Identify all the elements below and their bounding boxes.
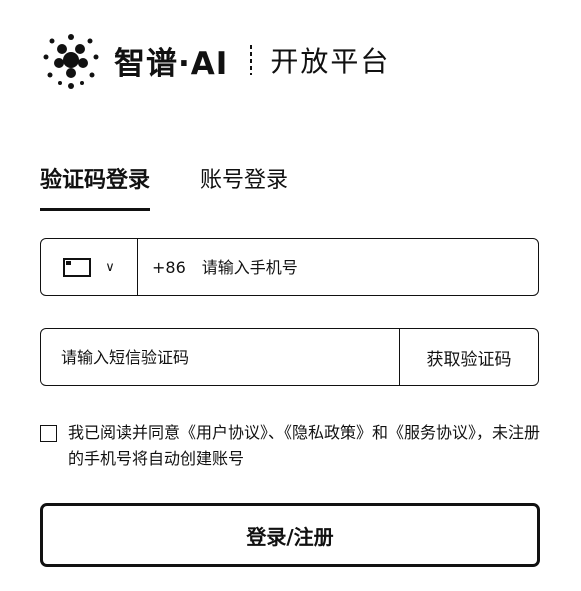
agree-checkbox[interactable] <box>40 425 57 442</box>
country-code-select[interactable]: ∨ <box>41 239 138 295</box>
flag-icon <box>63 257 92 277</box>
brand-subtitle: 开放平台 <box>270 45 391 78</box>
brand-logo: 智谱·AI 开放平台 <box>40 30 390 90</box>
agreement-text: 我已阅读并同意《用户协议》、《隐私政策》和《服务协议》，未注册的手机号将自动创建… <box>68 423 541 468</box>
phone-input[interactable] <box>199 238 538 296</box>
tab-account-login[interactable]: 账号登录 <box>200 162 288 211</box>
brand-name: 智谱·AI <box>114 45 229 82</box>
chevron-down-icon: ∨ <box>105 259 115 275</box>
login-register-button[interactable]: 登录/注册 <box>40 503 540 567</box>
get-code-button[interactable]: 获取验证码 <box>399 329 538 385</box>
brand-divider <box>250 45 253 75</box>
login-tabs: 验证码登录 账号登录 <box>40 162 338 211</box>
sms-code-field: 获取验证码 <box>40 328 539 386</box>
sms-code-input[interactable] <box>41 328 399 386</box>
phone-field: ∨ +86 <box>40 238 539 296</box>
phone-prefix: +86 <box>152 257 186 277</box>
zhipu-logo-icon <box>43 34 99 89</box>
agreement: 我已阅读并同意《用户协议》、《隐私政策》和《服务协议》，未注册的手机号将自动创建… <box>40 420 540 472</box>
tab-sms-login[interactable]: 验证码登录 <box>40 162 151 211</box>
